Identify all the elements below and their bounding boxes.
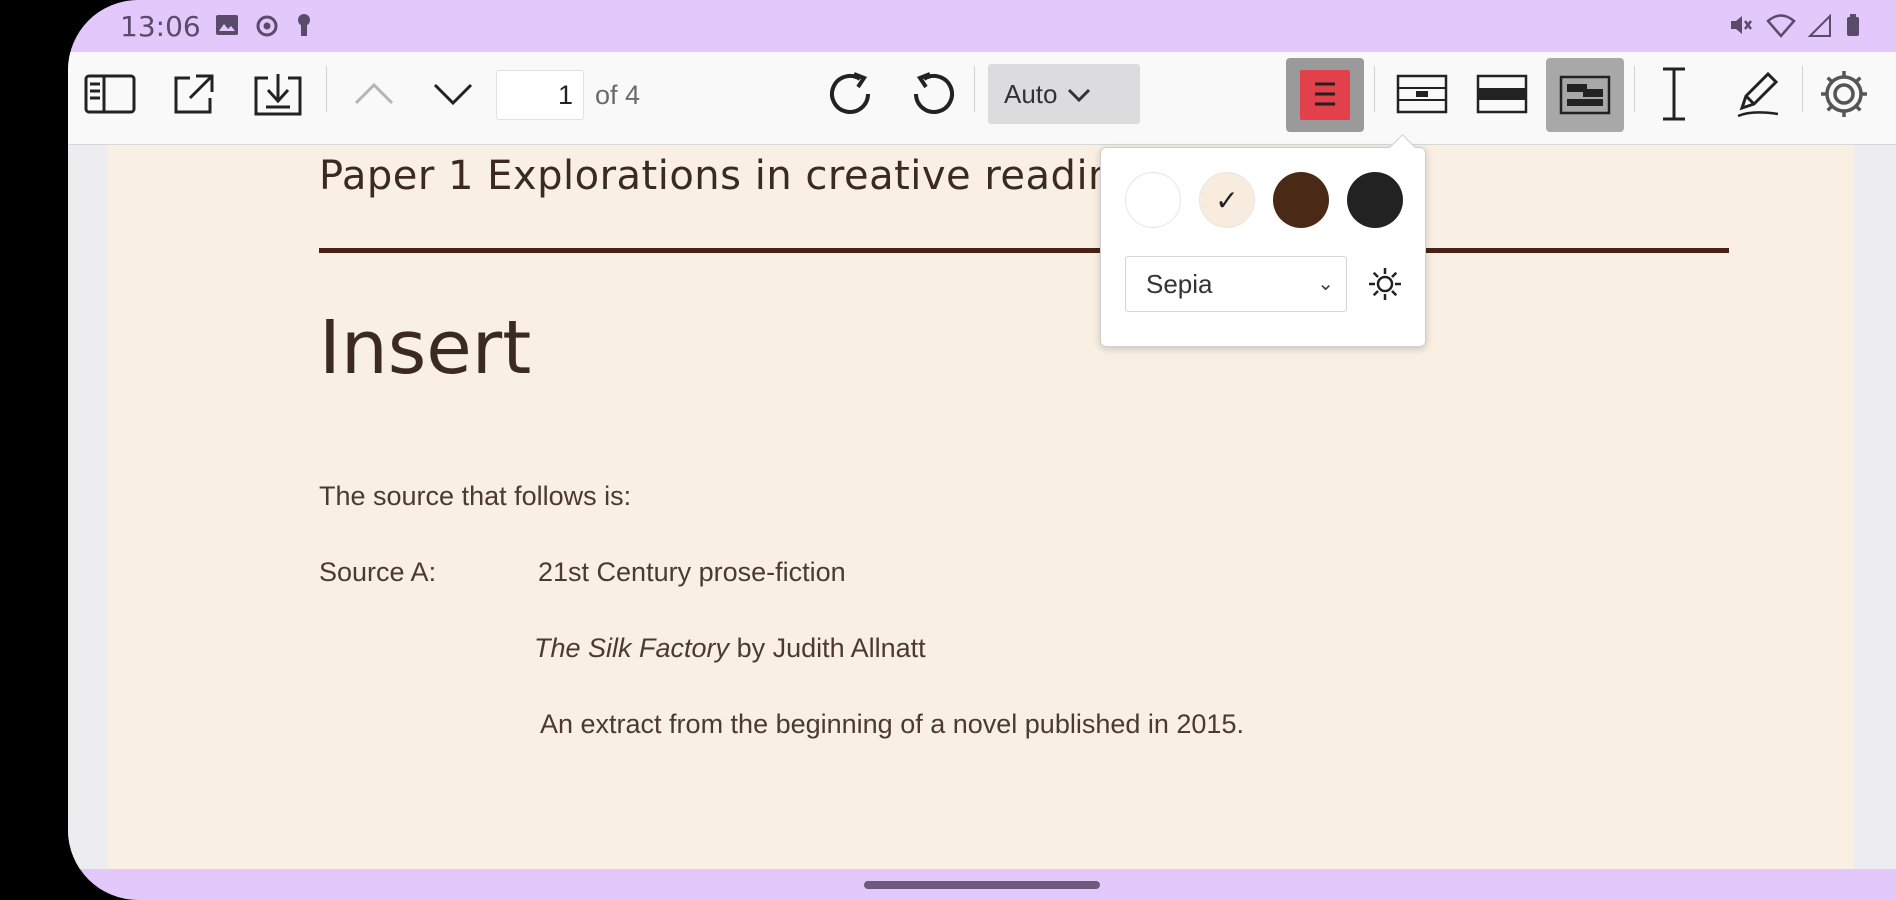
pdf-page: Paper 1 Explorations in creative reading… (108, 145, 1854, 869)
spread-layout-button[interactable] (1546, 58, 1624, 132)
wifi-icon (1766, 14, 1796, 38)
device-frame: 13:06 1 of 4 Auto Paper 1 Explorations i… (68, 0, 1896, 900)
sun-settings-icon[interactable] (1365, 264, 1405, 304)
page-layout-single-icon (1396, 74, 1448, 114)
toolbar-separator (974, 66, 975, 112)
no-spreads-button[interactable] (1386, 62, 1458, 126)
wrapped-scroll-button[interactable] (1466, 62, 1538, 126)
chevron-down-icon (1067, 88, 1090, 103)
theme-swatch-brown[interactable] (1273, 172, 1329, 228)
page-layout-wide-icon (1476, 74, 1528, 114)
book-credit: The Silk Factory by Judith Allnatt (534, 633, 926, 664)
chevron-down-icon: ⌄ (1317, 273, 1334, 295)
theme-swatch-white[interactable] (1125, 172, 1181, 228)
home-indicator[interactable] (864, 881, 1100, 889)
book-author: by Judith Allnatt (729, 633, 926, 663)
page-layout-spread-icon (1559, 75, 1611, 115)
pdf-toolbar: 1 of 4 Auto (68, 52, 1896, 145)
theme-select[interactable]: Sepia ⌄ (1125, 256, 1347, 312)
text-select-tool-button[interactable] (1642, 62, 1706, 126)
chevron-down-icon (433, 83, 473, 106)
theme-button[interactable] (1286, 58, 1364, 132)
draw-tool-button[interactable] (1726, 62, 1790, 126)
pencil-icon (1737, 71, 1779, 118)
status-bar: 13:06 (68, 0, 1896, 52)
chevron-up-icon (354, 82, 394, 105)
mute-icon (1731, 16, 1752, 34)
source-type: 21st Century prose-fiction (538, 557, 846, 587)
status-right-icons (1728, 12, 1862, 38)
check-icon: ✓ (1215, 184, 1239, 216)
theme-swatch-black[interactable] (1347, 172, 1403, 228)
rotate-counterclockwise-button[interactable] (902, 62, 966, 126)
theme-select-value: Sepia (1146, 269, 1213, 299)
text-cursor-icon (1663, 67, 1685, 121)
download-button[interactable] (246, 62, 310, 126)
page-count-label: of 4 (595, 80, 641, 110)
rotate-clockwise-icon (830, 72, 870, 114)
toolbar-separator (1634, 66, 1635, 112)
toolbar-separator (1374, 66, 1375, 112)
status-time: 13:06 (120, 10, 201, 43)
document-viewer[interactable]: Paper 1 Explorations in creative reading… (68, 145, 1896, 869)
camera-icon (256, 15, 278, 37)
toolbar-separator (1802, 66, 1803, 112)
open-external-icon (174, 74, 214, 114)
signal-icon (1808, 13, 1831, 37)
download-icon (254, 74, 302, 116)
book-title: The Silk Factory (534, 633, 730, 663)
zoom-value: Auto (1004, 78, 1058, 109)
toolbar-separator (326, 66, 327, 112)
gear-icon (1821, 71, 1867, 117)
theme-popup: ✓ Sepia ⌄ (1100, 134, 1426, 347)
page-header: Paper 1 Explorations in creative reading (319, 153, 1140, 199)
settings-button[interactable] (1812, 62, 1876, 126)
theme-swatch-sepia[interactable]: ✓ (1199, 172, 1255, 228)
toggle-sidebar-button[interactable] (78, 62, 142, 126)
header-rule (319, 248, 1729, 253)
intro-text: The source that follows is: (319, 481, 632, 511)
theme-icon (1300, 70, 1350, 120)
status-left-icons (214, 12, 314, 38)
source-label: Source A: (319, 557, 437, 587)
page-number-input[interactable]: 1 (496, 70, 584, 120)
previous-page-button[interactable] (342, 62, 406, 126)
rotate-clockwise-button[interactable] (818, 62, 882, 126)
rotate-counterclockwise-icon (914, 72, 954, 114)
image-icon (216, 15, 238, 35)
sidebar-icon (84, 74, 136, 114)
zoom-select[interactable]: Auto (988, 64, 1140, 124)
lock-icon (298, 14, 310, 36)
page-title: Insert (319, 305, 532, 391)
open-external-button[interactable] (162, 62, 226, 126)
extract-note: An extract from the beginning of a novel… (540, 709, 1244, 739)
battery-icon (1847, 14, 1859, 36)
next-page-button[interactable] (421, 62, 485, 126)
